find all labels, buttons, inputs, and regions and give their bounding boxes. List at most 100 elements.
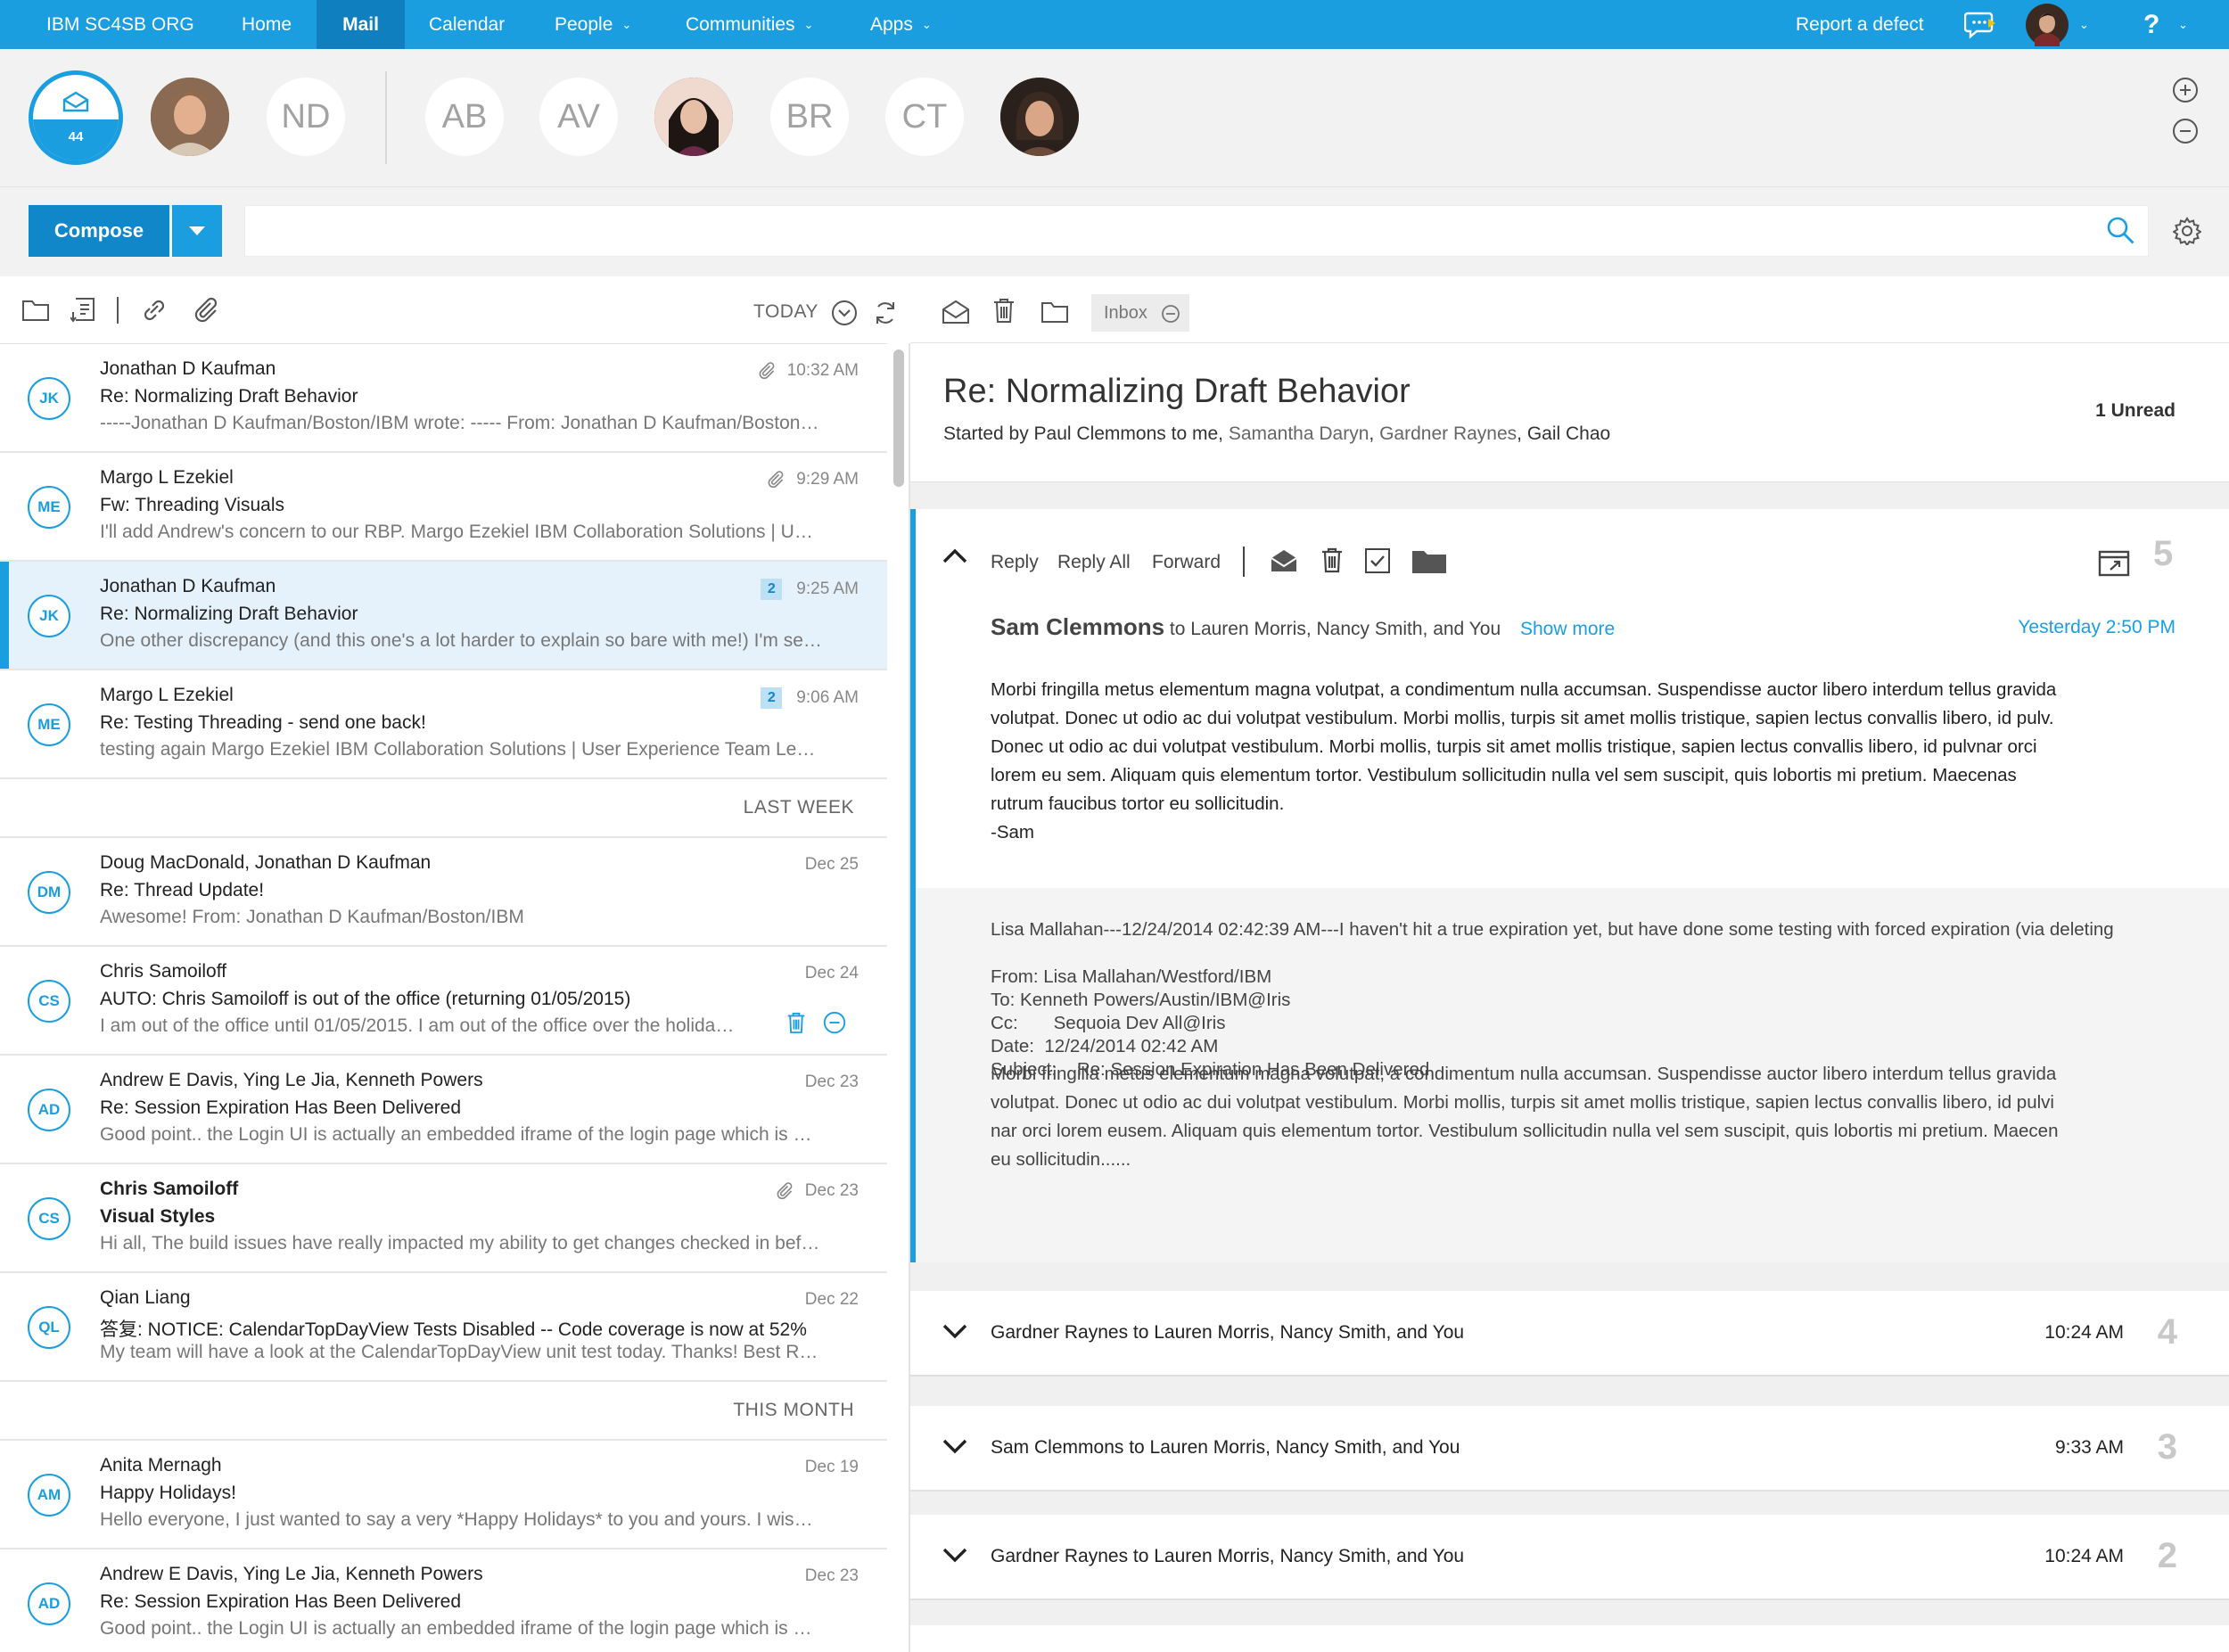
thread-count-badge: 2 xyxy=(761,687,783,709)
message-subject: Re: Session Expiration Has Been Delivere… xyxy=(100,1591,462,1612)
list-item-selected[interactable]: JK Jonathan D Kaufman Re: Normalizing Dr… xyxy=(0,562,887,670)
contact-avatar[interactable]: AB xyxy=(425,78,504,156)
nav-apps[interactable]: Apps ⌄ xyxy=(870,0,932,49)
nav-communities-label: Communities xyxy=(686,14,795,35)
compose-button[interactable]: Compose xyxy=(29,205,169,257)
link-icon[interactable] xyxy=(140,297,169,324)
folder-icon[interactable] xyxy=(1411,549,1447,574)
list-item[interactable]: AD Andrew E Davis, Ying Le Jia, Kenneth … xyxy=(0,1549,887,1652)
contact-avatar-photo[interactable] xyxy=(1000,78,1079,156)
folder-filter-chip[interactable]: Inbox xyxy=(1091,294,1189,332)
list-item[interactable]: QL Qian Liang 答复: NOTICE: CalendarTopDay… xyxy=(0,1273,887,1382)
filter-label[interactable]: TODAY xyxy=(753,301,818,323)
chevron-down-icon[interactable]: ⌄ xyxy=(2178,0,2188,49)
message-meta: Dec 23 xyxy=(775,1181,859,1201)
list-item[interactable]: JK Jonathan D Kaufman Re: Normalizing Dr… xyxy=(0,344,887,453)
gear-icon[interactable] xyxy=(2173,217,2201,245)
chevron-down-icon: ⌄ xyxy=(621,18,632,31)
list-item[interactable]: ME Margo L Ezekiel Fw: Threading Visuals… xyxy=(0,453,887,562)
message-time: Dec 23 xyxy=(804,1566,859,1585)
divider xyxy=(1243,547,1245,577)
scrollbar-thumb[interactable] xyxy=(893,349,904,487)
chevron-down-icon[interactable] xyxy=(942,1323,967,1339)
remove-filter-icon[interactable] xyxy=(1161,304,1180,324)
paperclip-icon[interactable] xyxy=(192,296,220,325)
contact-avatar[interactable]: AV xyxy=(539,78,618,156)
list-item[interactable]: CS Chris Samoiloff AUTO: Chris Samoiloff… xyxy=(0,947,887,1056)
thread-header: Re: Normalizing Draft Behavior Started b… xyxy=(910,343,2229,482)
contact-avatar[interactable]: ND xyxy=(267,78,345,156)
message-card-collapsed[interactable]: Sam Clemmons to Lauren Morris, Nancy Smi… xyxy=(910,1406,2229,1492)
nav-calendar[interactable]: Calendar xyxy=(429,0,505,49)
list-item[interactable]: DM Doug MacDonald, Jonathan D Kaufman Re… xyxy=(0,838,887,947)
zoom-out-icon[interactable] xyxy=(2172,118,2199,144)
recipients: to Lauren Morris, Nancy Smith, and You xyxy=(1169,619,1501,639)
chevron-down-icon[interactable]: ⌄ xyxy=(2079,0,2089,49)
body-line: lorem eu sem. Aliquam quis elementum tor… xyxy=(991,765,2017,785)
chat-icon[interactable] xyxy=(1964,0,1996,49)
list-item[interactable]: ME Margo L Ezekiel Re: Testing Threading… xyxy=(0,670,887,779)
contact-avatar-photo[interactable] xyxy=(654,78,733,156)
scrollbar-track[interactable] xyxy=(887,343,910,1652)
help-icon[interactable]: ? xyxy=(2143,0,2159,49)
trash-icon[interactable] xyxy=(786,1011,806,1034)
message-number: 4 xyxy=(2157,1312,2177,1352)
pop-out-icon[interactable] xyxy=(2098,550,2130,577)
nav-home[interactable]: Home xyxy=(242,0,292,49)
zoom-in-icon[interactable] xyxy=(2172,77,2199,103)
remove-circle-icon[interactable] xyxy=(822,1010,847,1035)
nav-people[interactable]: People ⌄ xyxy=(555,0,631,49)
message-subject: Re: Thread Update! xyxy=(100,880,265,900)
contact-avatar[interactable]: CT xyxy=(885,78,964,156)
list-item-unread[interactable]: CS Chris Samoiloff Visual Styles Hi all,… xyxy=(0,1164,887,1273)
thread-count-badge: 2 xyxy=(761,579,783,600)
trash-icon[interactable] xyxy=(992,297,1016,324)
reply-button[interactable]: Reply xyxy=(991,552,1039,573)
sort-icon[interactable] xyxy=(70,296,95,323)
nav-apps-label: Apps xyxy=(870,14,913,35)
checkbox-icon[interactable] xyxy=(1364,547,1391,574)
participant[interactable]: Gail Chao xyxy=(1527,423,1610,444)
message-card-expanded: Reply Reply All Forward 5 Sam Clemmons t… xyxy=(910,509,2229,1262)
chevron-up-icon[interactable] xyxy=(942,548,967,564)
list-item[interactable]: AD Andrew E Davis, Ying Le Jia, Kenneth … xyxy=(0,1056,887,1164)
list-item[interactable]: AM Anita Mernagh Happy Holidays! Hello e… xyxy=(0,1441,887,1549)
show-more-link[interactable]: Show more xyxy=(1520,619,1615,639)
paperclip-icon xyxy=(777,1182,793,1200)
sender-name: Qian Liang xyxy=(100,1287,191,1308)
sender-name[interactable]: Sam Clemmons xyxy=(991,613,1164,640)
contact-avatar-photo[interactable] xyxy=(151,78,229,156)
participant[interactable]: Samantha Daryn xyxy=(1229,423,1369,444)
divider xyxy=(117,297,119,324)
envelope-icon xyxy=(62,91,89,112)
chevron-down-circle-icon[interactable] xyxy=(831,300,858,326)
forward-button[interactable]: Forward xyxy=(1152,552,1221,573)
inbox-badge[interactable]: 44 xyxy=(29,70,123,165)
contact-avatar[interactable]: BR xyxy=(770,78,849,156)
thread-participants: Started by Paul Clemmons to me, Samantha… xyxy=(943,423,1611,444)
compose-dropdown-button[interactable] xyxy=(172,205,222,257)
nav-mail[interactable]: Mail xyxy=(317,0,405,49)
trash-icon[interactable] xyxy=(1320,547,1344,573)
chevron-down-icon[interactable] xyxy=(942,1438,967,1454)
message-time: 10:24 AM xyxy=(2044,1322,2124,1343)
user-avatar[interactable] xyxy=(2026,0,2069,49)
message-preview: One other discrepancy (and this one's a … xyxy=(100,630,822,651)
participant[interactable]: Gardner Raynes xyxy=(1379,423,1517,444)
org-name[interactable]: IBM SC4SB ORG xyxy=(46,0,194,49)
mark-unread-icon[interactable] xyxy=(1270,548,1298,573)
reply-all-button[interactable]: Reply All xyxy=(1057,552,1131,573)
refresh-icon[interactable] xyxy=(872,300,899,326)
chevron-down-icon[interactable] xyxy=(942,1547,967,1563)
mark-read-icon[interactable] xyxy=(942,300,970,325)
message-card-collapsed[interactable]: Gardner Raynes to Lauren Morris, Nancy S… xyxy=(910,1515,2229,1600)
sender-initials: CS xyxy=(28,1197,70,1240)
message-card-collapsed[interactable]: Gardner Raynes to Lauren Morris, Nancy S… xyxy=(910,1291,2229,1377)
move-folder-icon[interactable] xyxy=(1040,300,1069,324)
report-defect-link[interactable]: Report a defect xyxy=(1796,0,1924,49)
nav-communities[interactable]: Communities ⌄ xyxy=(686,0,813,49)
search-icon[interactable] xyxy=(2106,216,2136,246)
search-input[interactable] xyxy=(244,205,2149,257)
header-line: To: Kenneth Powers/Austin/IBM@Iris xyxy=(991,990,1291,1010)
folder-icon[interactable] xyxy=(21,299,50,322)
